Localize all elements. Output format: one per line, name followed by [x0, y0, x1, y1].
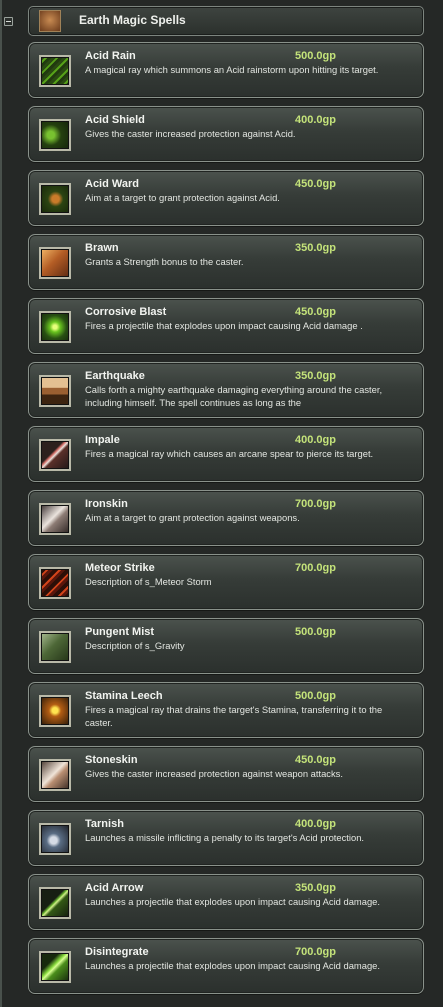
- spell-name: Corrosive Blast: [85, 306, 167, 318]
- spell-name: Acid Ward: [85, 178, 139, 190]
- spell-description: Calls forth a mighty earthquake damaging…: [85, 384, 383, 408]
- spell-name: Impale: [85, 434, 120, 446]
- spell-price: 700.0gp: [295, 498, 336, 510]
- earth-spellbook-icon: [39, 10, 61, 32]
- spell-price: 400.0gp: [295, 818, 336, 830]
- spell-card-disintegrate[interactable]: Disintegrate 700.0gp Launches a projecti…: [28, 938, 424, 994]
- spell-price: 350.0gp: [295, 882, 336, 894]
- spell-name: Brawn: [85, 242, 119, 254]
- spell-description: Gives the caster increased protection ag…: [85, 128, 296, 139]
- spell-description: Aim at a target to grant protection agai…: [85, 512, 300, 523]
- spell-card-corrosive-blast[interactable]: Corrosive Blast 450.0gp Fires a projecti…: [28, 298, 424, 354]
- spell-card-stoneskin[interactable]: Stoneskin 450.0gp Gives the caster incre…: [28, 746, 424, 802]
- spell-description: Launches a projectile that explodes upon…: [85, 896, 380, 907]
- spell-card-earthquake[interactable]: Earthquake 350.0gp Calls forth a mighty …: [28, 362, 424, 418]
- spell-card-impale[interactable]: Impale 400.0gp Fires a magical ray which…: [28, 426, 424, 482]
- spell-card-stamina-leech[interactable]: Stamina Leech 500.0gp Fires a magical ra…: [28, 682, 424, 738]
- spell-name: Tarnish: [85, 818, 124, 830]
- spell-description: Launches a projectile that explodes upon…: [85, 960, 380, 971]
- impale-icon: [39, 439, 71, 471]
- spell-price: 500.0gp: [295, 690, 336, 702]
- spell-price: 500.0gp: [295, 50, 336, 62]
- spell-card-brawn[interactable]: Brawn 350.0gp Grants a Strength bonus to…: [28, 234, 424, 290]
- spell-name: Acid Arrow: [85, 882, 144, 894]
- spell-price: 400.0gp: [295, 434, 336, 446]
- spell-card-acid-arrow[interactable]: Acid Arrow 350.0gp Launches a projectile…: [28, 874, 424, 930]
- acid-arrow-icon: [39, 887, 71, 919]
- stoneskin-icon: [39, 759, 71, 791]
- acid-shield-icon: [39, 119, 71, 151]
- spell-description: Gives the caster increased protection ag…: [85, 768, 343, 779]
- spell-card-pungent-mist[interactable]: Pungent Mist 500.0gp Description of s_Gr…: [28, 618, 424, 674]
- ironskin-icon: [39, 503, 71, 535]
- spell-name: Stoneskin: [85, 754, 138, 766]
- spell-name: Pungent Mist: [85, 626, 155, 638]
- spell-card-acid-rain[interactable]: Acid Rain 500.0gp A magical ray which su…: [28, 42, 424, 98]
- spell-card-ironskin[interactable]: Ironskin 700.0gp Aim at a target to gran…: [28, 490, 424, 546]
- spell-name: Earthquake: [85, 370, 145, 382]
- tarnish-icon: [39, 823, 71, 855]
- spell-description: Grants a Strength bonus to the caster.: [85, 256, 244, 267]
- spell-price: 350.0gp: [295, 242, 336, 254]
- spell-card-meteor-strike[interactable]: Meteor Strike 700.0gp Description of s_M…: [28, 554, 424, 610]
- meteor-strike-icon: [39, 567, 71, 599]
- spell-name: Stamina Leech: [85, 690, 163, 702]
- spell-price: 500.0gp: [295, 626, 336, 638]
- corrosive-blast-icon: [39, 311, 71, 343]
- spell-name: Disintegrate: [85, 946, 149, 958]
- spell-name: Acid Shield: [85, 114, 145, 126]
- acid-ward-icon: [39, 183, 71, 215]
- category-title: Earth Magic Spells: [79, 13, 186, 27]
- spell-card-acid-shield[interactable]: Acid Shield 400.0gp Gives the caster inc…: [28, 106, 424, 162]
- spell-price: 350.0gp: [295, 370, 336, 382]
- spell-card-acid-ward[interactable]: Acid Ward 450.0gp Aim at a target to gra…: [28, 170, 424, 226]
- spell-description: Fires a magical ray which causes an arca…: [85, 448, 374, 459]
- collapse-icon[interactable]: [4, 17, 13, 26]
- spell-category-header[interactable]: Earth Magic Spells: [28, 6, 424, 36]
- stamina-leech-icon: [39, 695, 71, 727]
- spell-description: Fires a magical ray that drains the targ…: [85, 704, 383, 728]
- spell-description: Fires a projectile that explodes upon im…: [85, 320, 363, 331]
- spell-price: 400.0gp: [295, 114, 336, 126]
- spell-price: 700.0gp: [295, 562, 336, 574]
- spell-name: Ironskin: [85, 498, 128, 510]
- spell-price: 450.0gp: [295, 754, 336, 766]
- acid-rain-icon: [39, 55, 71, 87]
- spell-name: Acid Rain: [85, 50, 136, 62]
- spell-price: 450.0gp: [295, 306, 336, 318]
- spell-price: 450.0gp: [295, 178, 336, 190]
- spell-description: Description of s_Meteor Storm: [85, 576, 212, 587]
- spell-description: Description of s_Gravity: [85, 640, 185, 651]
- spell-name: Meteor Strike: [85, 562, 155, 574]
- spell-price: 700.0gp: [295, 946, 336, 958]
- spell-card-tarnish[interactable]: Tarnish 400.0gp Launches a missile infli…: [28, 810, 424, 866]
- earthquake-icon: [39, 375, 71, 407]
- disintegrate-icon: [39, 951, 71, 983]
- spell-description: Aim at a target to grant protection agai…: [85, 192, 280, 203]
- left-rail: [0, 0, 2, 1007]
- brawn-icon: [39, 247, 71, 279]
- pungent-mist-icon: [39, 631, 71, 663]
- spell-description: Launches a missile inflicting a penalty …: [85, 832, 365, 843]
- spell-description: A magical ray which summons an Acid rain…: [85, 64, 379, 75]
